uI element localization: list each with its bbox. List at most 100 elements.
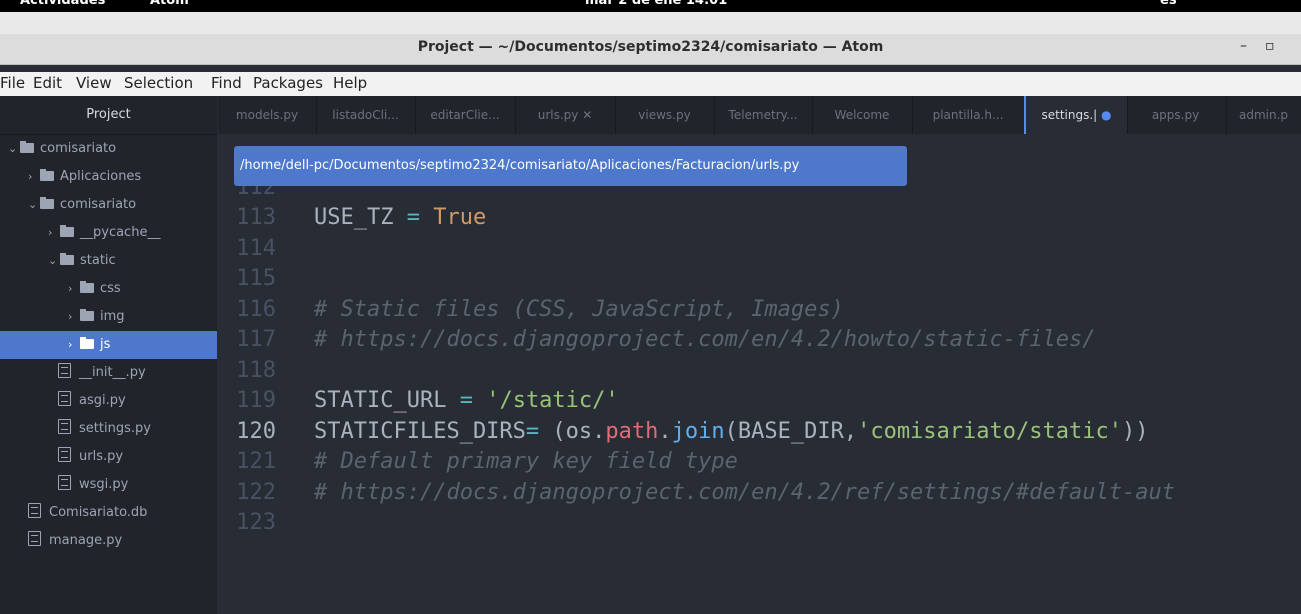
window-title: Project — ~/Documentos/septimo2324/comis… (417, 39, 884, 55)
file-text-icon (28, 503, 41, 518)
code-token: STATICFILES_DIRS (314, 418, 526, 444)
tree-file[interactable]: wsgi.py (0, 471, 217, 499)
tab-label: views.py (638, 108, 691, 122)
tree-file[interactable]: Comisariato.db (0, 499, 217, 527)
tab-label: Telemetry... (728, 108, 798, 122)
tree-folder[interactable]: › __pycache__ (0, 219, 217, 247)
clock[interactable]: mar 2 de ene 14:01 (585, 0, 727, 8)
code-line[interactable]: 122 # https://docs.djangoproject.com/en/4… (218, 478, 1301, 508)
folder-icon (80, 337, 94, 349)
tab[interactable]: Welcome (812, 96, 913, 134)
menu-packages[interactable]: Packages (253, 74, 323, 92)
tree-file[interactable]: asgi.py (0, 387, 217, 415)
code-token: join (671, 418, 725, 444)
menu-edit[interactable]: Edit (33, 74, 62, 92)
menu-help[interactable]: Help (333, 74, 367, 92)
code-line[interactable]: 120 STATICFILES_DIRS= (os.path.join(BASE_… (218, 417, 1301, 447)
code-token: True (433, 205, 487, 230)
tree-folder[interactable]: ⌄ comisariato (0, 135, 217, 163)
line-number: 113 (236, 205, 276, 230)
code-line[interactable]: 116 # Static files (CSS, JavaScript, Imag… (218, 295, 1301, 325)
code-token: STATIC_URL (314, 388, 460, 413)
menu-bar: File Edit View Selection Find Packages H… (0, 72, 1301, 96)
menu-find[interactable]: Find (211, 74, 242, 92)
tree-file[interactable]: __init__.py (0, 359, 217, 387)
tree-file[interactable]: settings.py (0, 415, 217, 443)
folder-icon (60, 253, 74, 265)
code-line[interactable]: 121 # Default primary key field type (218, 447, 1301, 477)
line-number: 115 (236, 266, 276, 291)
code-line[interactable]: 115 (218, 264, 1301, 294)
window-title-bar: Project — ~/Documentos/septimo2324/comis… (0, 34, 1301, 65)
line-number: 114 (236, 235, 276, 261)
code-text: # Default primary key field type (314, 447, 738, 477)
tree-item-label: wsgi.py (79, 477, 129, 492)
tree-folder[interactable]: › css (0, 275, 217, 303)
code-line[interactable]: 117 # https://docs.djangoproject.com/en/4… (218, 325, 1301, 355)
code-text: STATIC_URL = '/static/' (314, 386, 619, 416)
line-number: 121 (236, 449, 276, 474)
file-text-icon (58, 419, 71, 434)
code-token: USE_TZ (314, 205, 407, 230)
tab[interactable]: plantilla.h... (912, 96, 1025, 134)
code-text: # https://docs.djangoproject.com/en/4.2/… (314, 325, 1095, 355)
line-number: 123 (236, 510, 276, 535)
atom-app-menu[interactable]: Atom (150, 0, 189, 8)
minimize-button[interactable]: – (1240, 38, 1247, 54)
code-token: path (605, 418, 659, 444)
code-token: = (525, 418, 540, 444)
folder-icon (60, 225, 74, 237)
tree-item-label: js (100, 337, 111, 352)
tab-label: settings.| (1041, 108, 1098, 122)
menu-view[interactable]: View (76, 74, 112, 92)
tab[interactable]: models.py (218, 96, 317, 134)
tab[interactable]: listadoCli... (316, 96, 416, 134)
line-number: 117 (236, 327, 276, 352)
folder-icon (20, 141, 34, 153)
menu-file[interactable]: File (0, 74, 25, 92)
tree-folder[interactable]: ⌄ comisariato (0, 191, 217, 219)
tree-folder[interactable]: › js (0, 331, 217, 359)
tab-bar: models.py listadoCli... editarClie... urls.… (218, 96, 1301, 134)
tree-item-label: manage.py (49, 533, 123, 548)
tree-file[interactable]: urls.py (0, 443, 217, 471)
code-line[interactable]: 114 (218, 234, 1301, 264)
tree-item-label: img (100, 309, 125, 324)
tab[interactable]: editarClie... (415, 96, 516, 134)
code-token: '/static/' (486, 388, 619, 413)
tree-folder[interactable]: › Aplicaciones (0, 163, 217, 191)
code-token: (BASE_DIR, (724, 418, 858, 444)
tab-label: admin.p (1238, 108, 1289, 122)
maximize-button[interactable]: ▫ (1265, 38, 1275, 54)
modified-dot-icon: ● (1097, 108, 1112, 122)
tree-item-label: Aplicaciones (60, 169, 142, 184)
tab[interactable]: apps.py (1125, 96, 1227, 134)
code-token: (os. (539, 418, 606, 444)
line-number: 120 (236, 418, 276, 444)
tab[interactable]: Telemetry... (714, 96, 813, 134)
tree-item-label: urls.py (79, 449, 124, 464)
code-token: )) (1121, 418, 1149, 444)
line-number: 119 (236, 388, 276, 413)
code-text: # Static files (CSS, JavaScript, Images) (314, 295, 844, 325)
tree-folder[interactable]: › img (0, 303, 217, 331)
activities-button[interactable]: Actividades (20, 0, 105, 8)
tab[interactable]: settings.| ● (1024, 96, 1128, 134)
folder-icon (40, 169, 54, 181)
tab[interactable]: admin.p (1226, 96, 1301, 134)
tree-file[interactable]: manage.py (0, 527, 217, 555)
code-line[interactable]: 123 (218, 508, 1301, 538)
code-line[interactable]: 119 STATIC_URL = '/static/' (218, 386, 1301, 416)
code-line[interactable]: 118 (218, 356, 1301, 386)
tab-label: editarClie... (430, 108, 500, 122)
tab[interactable]: urls.py ✕ (515, 96, 616, 134)
menu-selection[interactable]: Selection (124, 74, 193, 92)
code-token: 'comisariato/static' (857, 418, 1122, 444)
tab-label: listadoCli... (332, 108, 399, 122)
code-line[interactable]: 113 USE_TZ = True (218, 203, 1301, 233)
code-token: # https://docs.djangoproject.com/en/4.2/… (314, 479, 1175, 505)
code-editor[interactable]: 111USE_I18N = True112113USE_TZ = True114… (218, 134, 1301, 614)
tab[interactable]: views.py (615, 96, 715, 134)
tree-folder[interactable]: ⌄ static (0, 247, 217, 275)
language-indicator[interactable]: es (1160, 0, 1177, 8)
